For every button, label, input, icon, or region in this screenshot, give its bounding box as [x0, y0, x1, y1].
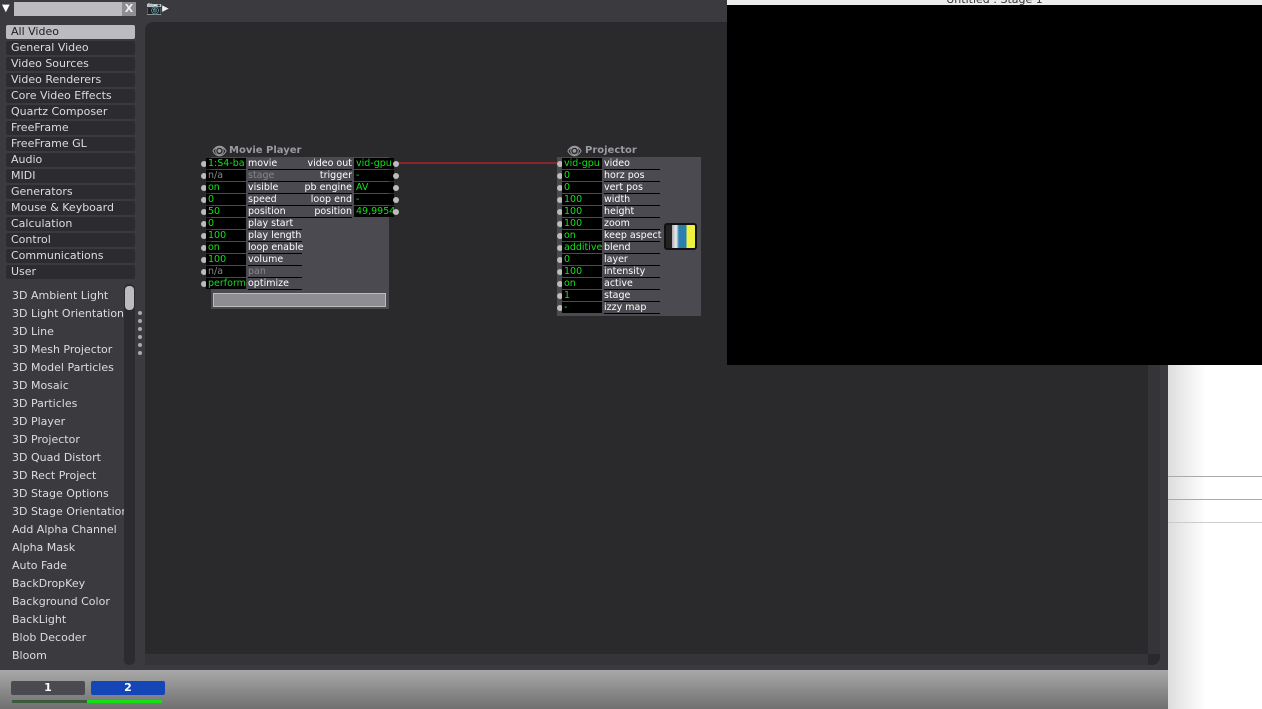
input-value[interactable]: 100 — [206, 230, 246, 241]
eye-icon[interactable]: 👁 — [567, 144, 582, 158]
input-label: keep aspect — [604, 230, 662, 242]
input-value[interactable]: on — [562, 278, 602, 289]
input-label: volume — [248, 254, 302, 266]
input-label: loop enable — [248, 242, 304, 254]
input-label: zoom — [604, 218, 660, 230]
input-value[interactable]: 100 — [562, 194, 602, 205]
input-label: play start — [248, 218, 302, 230]
actor-title: Movie Player — [229, 145, 302, 156]
input-label: vert pos — [604, 182, 660, 194]
input-label: stage — [604, 290, 660, 302]
output-port[interactable] — [393, 209, 399, 215]
input-value[interactable]: 100 — [562, 266, 602, 277]
output-port[interactable] — [393, 161, 399, 167]
output-label: loop end — [300, 194, 352, 206]
output-label: pb engine — [300, 182, 352, 194]
input-label: speed — [248, 194, 302, 206]
output-value: AV — [354, 182, 394, 193]
projector-lamp-icon — [664, 223, 697, 250]
output-port[interactable] — [393, 185, 399, 191]
divider — [1168, 522, 1262, 523]
input-value[interactable]: 0 — [206, 218, 246, 229]
stage-window-title: Untitled : Stage 1 — [727, 0, 1262, 5]
input-value[interactable]: 1:S4-ba — [206, 158, 246, 169]
output-port[interactable] — [393, 173, 399, 179]
output-label: position — [300, 206, 352, 218]
actor-title: Projector — [585, 145, 637, 156]
input-value[interactable]: 0 — [562, 254, 602, 265]
input-value[interactable]: 50 — [206, 206, 246, 217]
input-label: layer — [604, 254, 660, 266]
scene-bar — [0, 670, 1168, 709]
input-label: movie — [248, 158, 302, 170]
input-value[interactable]: 1 — [562, 290, 602, 301]
input-label: position — [248, 206, 302, 218]
input-value[interactable]: 100 — [562, 206, 602, 217]
input-label: blend — [604, 242, 660, 254]
preview-field[interactable] — [213, 293, 386, 307]
output-port[interactable] — [393, 197, 399, 203]
divider — [1168, 476, 1262, 477]
input-value[interactable]: performa — [206, 278, 246, 289]
output-label: trigger — [300, 170, 352, 182]
input-label: optimize — [248, 278, 302, 290]
input-label: pan — [248, 266, 302, 278]
input-label: play length — [248, 230, 302, 242]
input-label: active — [604, 278, 660, 290]
input-label: horz pos — [604, 170, 660, 182]
input-value[interactable]: 0 — [562, 182, 602, 193]
input-label: intensity — [604, 266, 660, 278]
input-label: stage — [248, 170, 302, 182]
eye-icon[interactable]: 👁 — [212, 144, 227, 158]
input-label: izzy map — [604, 302, 660, 314]
stage-window[interactable] — [727, 0, 1262, 365]
input-value[interactable]: 100 — [562, 218, 602, 229]
input-value[interactable]: on — [206, 242, 246, 253]
scene-button[interactable]: 1 — [11, 681, 85, 695]
input-label: width — [604, 194, 660, 206]
input-label: height — [604, 206, 660, 218]
input-value[interactable]: on — [562, 230, 602, 241]
input-value[interactable]: - — [562, 302, 602, 313]
input-value[interactable]: on — [206, 182, 246, 193]
output-value: - — [354, 170, 394, 181]
input-value[interactable]: 0 — [206, 194, 246, 205]
input-value[interactable]: n/a — [206, 266, 246, 277]
output-value: 49,9954 — [354, 206, 394, 217]
output-label: video out — [300, 158, 352, 170]
scene-button[interactable]: 2 — [91, 681, 165, 695]
scene-2-indicator — [87, 700, 162, 703]
scene-1-indicator — [12, 700, 87, 703]
input-label: video — [604, 158, 660, 170]
input-value[interactable]: 100 — [206, 254, 246, 265]
output-value: vid-gpu — [354, 158, 394, 169]
input-value[interactable]: vid-gpu — [562, 158, 602, 169]
input-value[interactable]: n/a — [206, 170, 246, 181]
output-value: - — [354, 194, 394, 205]
divider — [1168, 499, 1262, 500]
input-value[interactable]: 0 — [562, 170, 602, 181]
input-label: visible — [248, 182, 302, 194]
input-value[interactable]: additive — [562, 242, 602, 253]
background-window — [1168, 365, 1262, 709]
